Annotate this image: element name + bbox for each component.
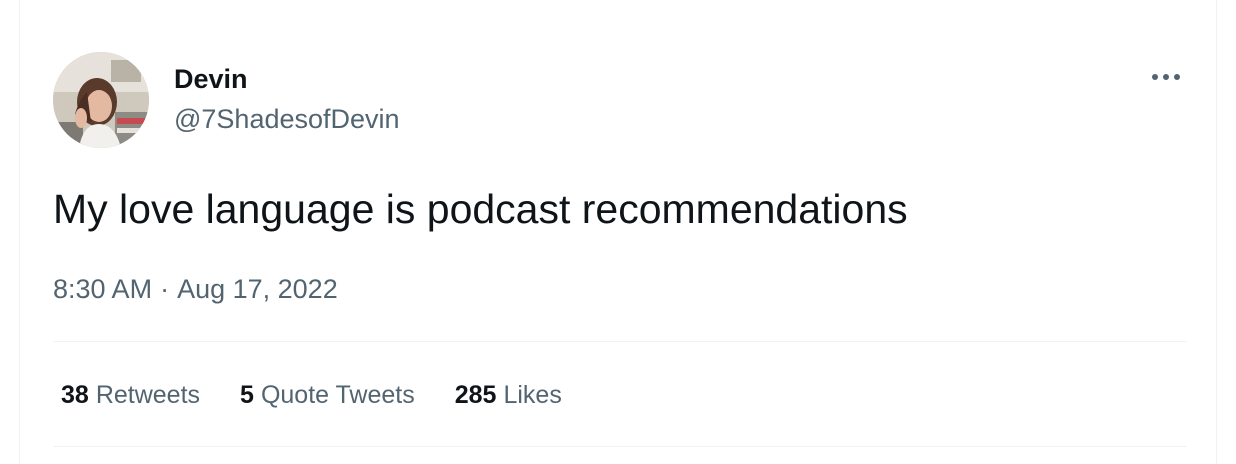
- quote-tweets-stat[interactable]: 5 Quote Tweets: [240, 378, 415, 412]
- likes-stat[interactable]: 285 Likes: [455, 378, 562, 412]
- tweet-time: 8:30 AM: [53, 274, 153, 304]
- retweets-stat[interactable]: 38 Retweets: [61, 378, 200, 412]
- engagement-stats: 38 Retweets 5 Quote Tweets 285 Likes: [61, 378, 562, 412]
- quote-tweets-count: 5: [240, 381, 254, 409]
- author-name[interactable]: Devin: [174, 63, 248, 95]
- likes-count: 285: [454, 381, 497, 409]
- likes-label: Likes: [503, 381, 562, 409]
- divider: [53, 341, 1187, 342]
- divider: [53, 446, 1187, 447]
- author-handle[interactable]: @7ShadesofDevin: [174, 102, 400, 136]
- more-horizontal-icon: [1152, 74, 1180, 80]
- profile-photo-icon: [53, 52, 149, 148]
- retweets-label: Retweets: [95, 381, 201, 409]
- timestamp-separator: ·: [160, 274, 170, 304]
- tweet-date: Aug 17, 2022: [177, 274, 338, 304]
- avatar[interactable]: [53, 52, 149, 148]
- quote-tweets-label: Quote Tweets: [260, 381, 415, 409]
- more-options-button[interactable]: [1144, 62, 1188, 92]
- retweets-count: 38: [61, 381, 89, 409]
- tweet-timestamp[interactable]: 8:30 AM · Aug 17, 2022: [53, 272, 338, 306]
- tweet-text: My love language is podcast recommendati…: [53, 186, 908, 232]
- tweet-card: Devin @7ShadesofDevin My love language i…: [19, 0, 1217, 464]
